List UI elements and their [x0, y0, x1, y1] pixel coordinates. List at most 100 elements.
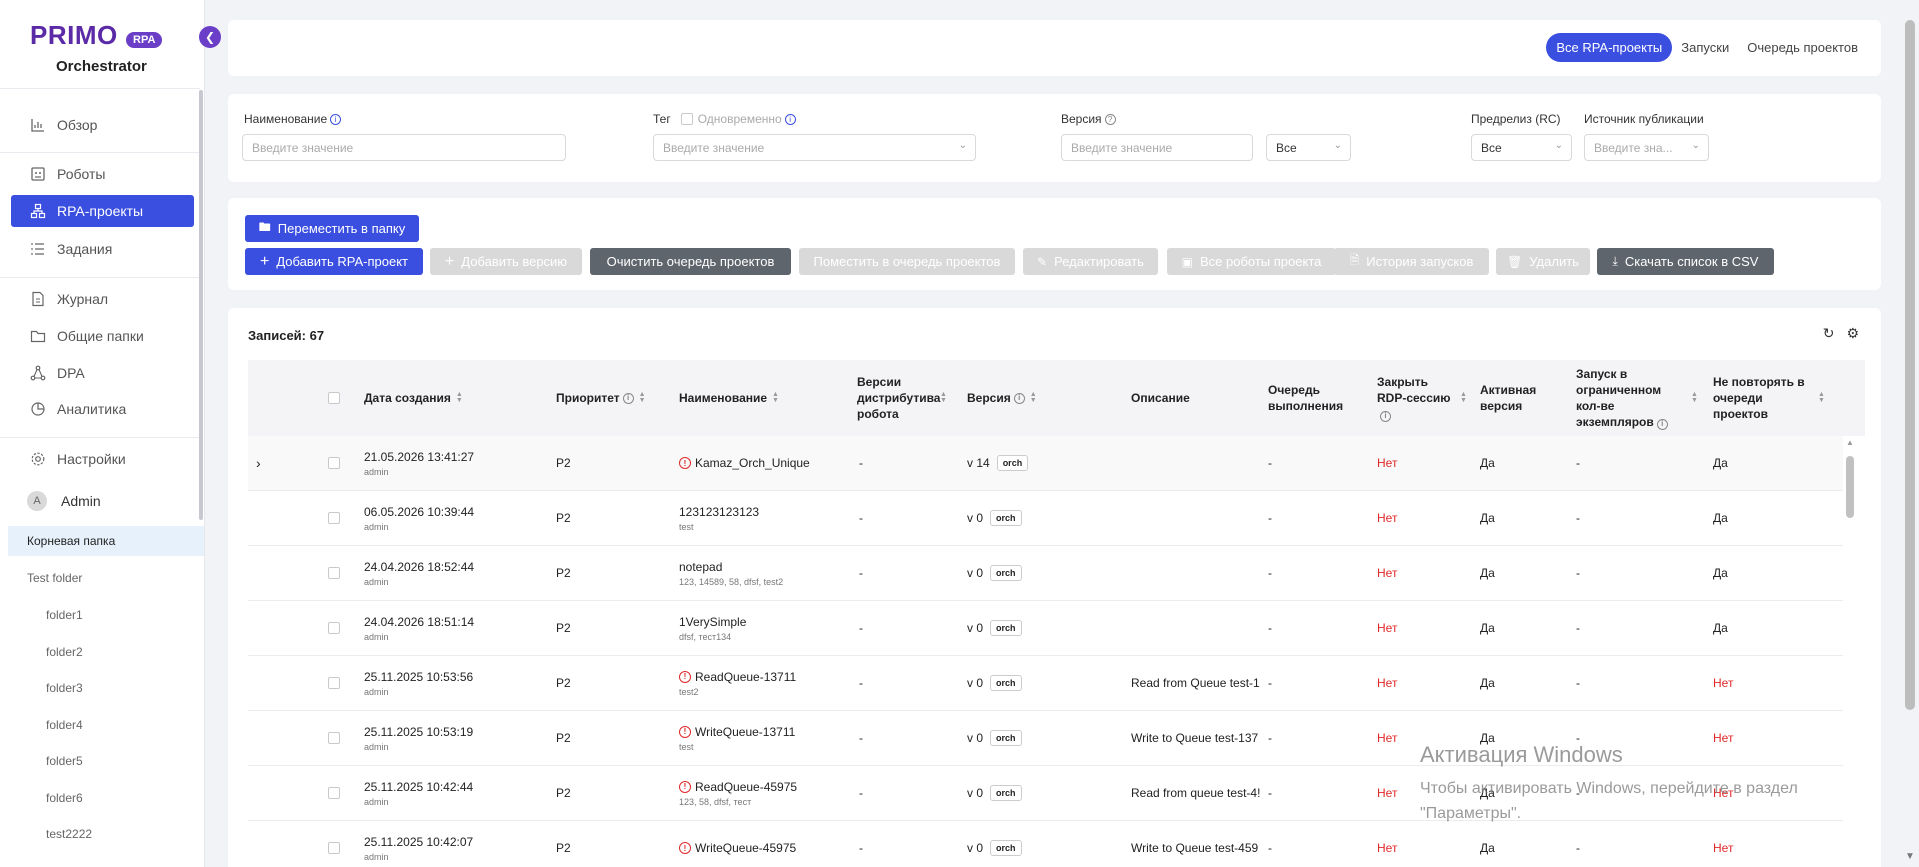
col-version[interactable]: Версия i ▲ ▼ — [967, 360, 1037, 436]
table-row[interactable]: 24.04.2026 18:52:44 admin P2 notepad 123, 14… — [248, 546, 1843, 601]
folder-item[interactable]: folder5 — [46, 754, 83, 768]
col-description[interactable]: Описание — [1131, 360, 1190, 436]
row-checkbox[interactable] — [328, 656, 340, 710]
info-icon: i — [1656, 418, 1668, 430]
row-checkbox[interactable] — [328, 766, 340, 820]
table-row[interactable]: 06.05.2026 10:39:44 admin P2 123123123123 te… — [248, 491, 1843, 546]
cell-name[interactable]: ! WriteQueue-13711 test — [679, 711, 795, 765]
col-queue[interactable]: Очередь выполнения — [1268, 360, 1348, 436]
nav-analytics[interactable]: Аналитика — [11, 393, 194, 425]
row-checkbox[interactable] — [328, 711, 340, 765]
gear-icon[interactable]: ⚙ — [1846, 325, 1859, 342]
collapse-sidebar-button[interactable]: ❮ — [199, 26, 221, 48]
move-to-folder-button[interactable]: 🖿 Переместить в папку — [245, 215, 419, 242]
tab-runs[interactable]: Запуски — [1672, 34, 1738, 61]
cell-name[interactable]: ! WriteQueue-45975 — [679, 821, 796, 867]
placeholder: Введите зна... — [1594, 140, 1673, 155]
folder-item[interactable]: folder2 — [46, 645, 83, 659]
table-scrollbar[interactable]: ▲ — [1843, 436, 1857, 867]
run-history-button[interactable]: 🗎 История запусков — [1334, 248, 1489, 275]
folder-item[interactable]: folder4 — [46, 718, 83, 732]
page-scrollbar[interactable] — [1905, 20, 1915, 710]
all-robots-button[interactable]: ▣ Все роботы проекта — [1167, 248, 1336, 275]
nav-dpa[interactable]: DPA — [11, 357, 194, 389]
col-distrib[interactable]: Версии дистрибутива робота ▲ ▼ — [857, 360, 957, 436]
col-active[interactable]: Активная версия — [1480, 360, 1540, 436]
cell-name[interactable]: 123123123123 test — [679, 491, 759, 545]
put-in-queue-button[interactable]: Поместить в очередь проектов — [799, 248, 1015, 275]
table-row[interactable]: › 21.05.2026 13:41:27 admin P2! Kamaz_Orch_U… — [248, 436, 1843, 491]
cell-rdp: Нет — [1377, 456, 1398, 470]
expand-row-icon[interactable]: › — [256, 436, 261, 490]
nav-rpa-projects[interactable]: RPA-проекты — [11, 195, 194, 227]
primo-logo[interactable]: PRIMO RPA Orchestrator — [30, 12, 170, 76]
sidebar-scrollbar[interactable] — [199, 90, 203, 520]
tag-filter-select[interactable]: Введите значение ⌄ — [653, 134, 976, 161]
edit-button[interactable]: ✎ Редактировать — [1023, 248, 1158, 275]
row-checkbox[interactable] — [328, 491, 340, 545]
cell-created: 24.04.2026 18:51:14 admin — [364, 601, 474, 655]
add-version-button[interactable]: + Добавить версию — [430, 248, 582, 275]
table-row[interactable]: 24.04.2026 18:51:14 admin P2 1VerySimple dfs… — [248, 601, 1843, 656]
select-all-checkbox[interactable] — [328, 360, 340, 436]
project-name: 1VerySimple — [679, 614, 747, 629]
delete-button[interactable]: 🗑 Удалить — [1496, 248, 1590, 275]
folder-item[interactable]: folder1 — [46, 608, 83, 622]
refresh-icon[interactable]: ↻ — [1823, 325, 1835, 342]
folder-item[interactable]: folder3 — [46, 681, 83, 695]
help-icon[interactable]: ? — [1104, 113, 1116, 125]
cell-name[interactable]: ! Kamaz_Orch_Unique — [679, 436, 810, 490]
scroll-up-icon[interactable]: ▲ — [1846, 438, 1854, 447]
version-scope-select[interactable]: Все ⌄ — [1266, 134, 1351, 161]
cell-name[interactable]: ! ReadQueue-13711 test2 — [679, 656, 796, 710]
folder-item[interactable]: test2222 — [46, 827, 92, 841]
row-checkbox[interactable] — [328, 821, 340, 867]
project-name: notepad — [679, 559, 723, 574]
cell-description: Read from Queue test-1 — [1131, 676, 1260, 690]
folder-root[interactable]: Корневая папка — [8, 526, 204, 556]
scrollbar-thumb[interactable] — [1846, 456, 1854, 518]
col-created[interactable]: Дата создания ▲ ▼ — [364, 360, 463, 436]
col-name[interactable]: Наименование ▲ ▼ — [679, 360, 779, 436]
cell-active: Да — [1480, 621, 1495, 635]
col-rdp[interactable]: Закрыть RDP-сессиюi ▲ ▼ — [1377, 360, 1472, 436]
table-row[interactable]: 25.11.2025 10:53:56 admin P2! ReadQueue-137… — [248, 656, 1843, 711]
row-checkbox[interactable] — [328, 601, 340, 655]
nav-settings[interactable]: Настройки — [11, 443, 194, 475]
download-csv-button[interactable]: ⤓ Скачать список в CSV — [1597, 248, 1774, 275]
version-filter-input[interactable]: Введите значение — [1061, 134, 1253, 161]
cell-priority: P2 — [556, 566, 571, 580]
col-limited[interactable]: Запуск в ограниченном кол-ве экземпляров… — [1576, 360, 1701, 436]
folder-item[interactable]: Test folder — [27, 571, 82, 585]
header-bar: Все RPA-проекты Запуски Очередь проектов — [228, 20, 1881, 76]
simultaneous-checkbox[interactable] — [680, 113, 693, 125]
nav-robots[interactable]: Роботы — [11, 158, 194, 190]
col-norepeat[interactable]: Не повторять в очереди проектов ▲ ▼ — [1713, 360, 1838, 436]
prerelease-select[interactable]: Все ⌄ — [1471, 134, 1572, 161]
cell-name[interactable]: 1VerySimple dfsf, тест134 — [679, 601, 746, 655]
gear-icon — [28, 450, 48, 468]
nav-shared-folders[interactable]: Общие папки — [11, 320, 194, 352]
info-icon[interactable]: i — [784, 113, 796, 125]
user-menu[interactable]: A Admin — [27, 491, 101, 511]
tab-project-queue[interactable]: Очередь проектов — [1738, 34, 1867, 61]
info-icon[interactable]: i — [330, 113, 342, 125]
clear-queue-button[interactable]: Очистить очередь проектов — [590, 248, 791, 275]
row-checkbox[interactable] — [328, 436, 340, 490]
folder-item[interactable]: folder6 — [46, 791, 83, 805]
nav-journal[interactable]: Журнал — [11, 283, 194, 315]
nav-overview[interactable]: Обзор — [11, 109, 194, 141]
tab-all-rpa-projects[interactable]: Все RPA-проекты — [1546, 33, 1673, 62]
header-label: Версия — [967, 391, 1011, 405]
cell-name[interactable]: notepad 123, 14589, 58, dfsf, test2 — [679, 546, 783, 600]
nav-tasks[interactable]: Задания — [11, 233, 194, 265]
source-select[interactable]: Введите зна... ⌄ — [1584, 134, 1709, 161]
add-rpa-project-button[interactable]: + Добавить RPA-проект — [245, 248, 423, 275]
name-filter-input[interactable]: Введите значение — [242, 134, 566, 161]
cell-name[interactable]: ! ReadQueue-45975 123, 58, dfsf, тест — [679, 766, 797, 820]
header-label: Наименование — [679, 391, 768, 405]
col-priority[interactable]: Приоритет i ▲ ▼ — [556, 360, 646, 436]
row-checkbox[interactable] — [328, 546, 340, 600]
scroll-down-icon[interactable]: ▼ — [1905, 851, 1915, 862]
table-row[interactable]: 25.11.2025 10:42:07 admin P2! WriteQueue-45… — [248, 821, 1843, 867]
